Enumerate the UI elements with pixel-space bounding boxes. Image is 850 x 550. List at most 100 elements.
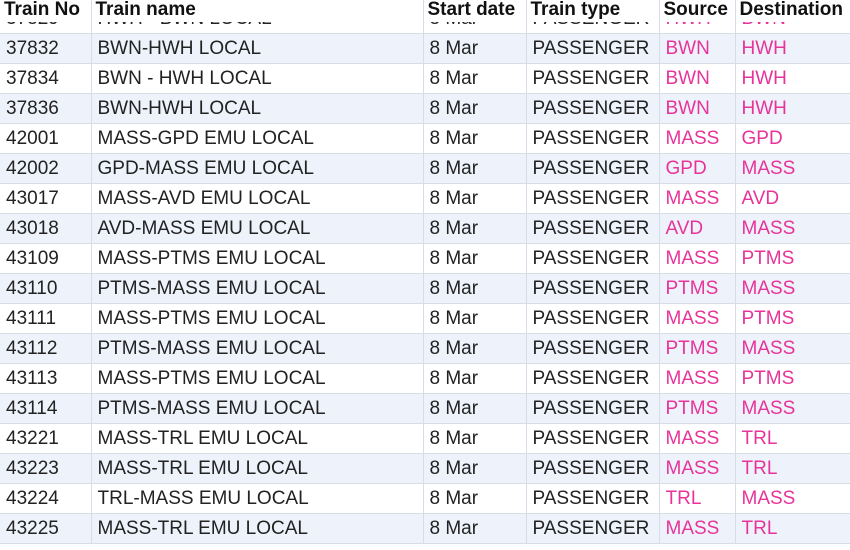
cell-destination: MASS	[735, 333, 850, 364]
cell-train-no: 42001	[0, 123, 92, 154]
cell-destination: TRL	[735, 453, 850, 484]
header-row: Train No Train name Start date Train typ…	[0, 0, 850, 22]
table-row[interactable]: 43221 MASS-TRL EMU LOCAL 8 Mar PASSENGER MAS…	[0, 423, 850, 454]
cell-train-name: MASS-PTMS EMU LOCAL	[91, 303, 424, 334]
cell-train-no: 43111	[0, 303, 92, 334]
cell-source: PTMS	[659, 393, 736, 424]
cell-source: MASS	[659, 183, 736, 214]
table-row[interactable]: 43109 MASS-PTMS EMU LOCAL 8 Mar PASSENGER MA…	[0, 243, 850, 274]
cell-destination: PTMS	[735, 243, 850, 274]
table-row[interactable]: 43111 MASS-PTMS EMU LOCAL 8 Mar PASSENGER MA…	[0, 303, 850, 334]
cell-train-type: PASSENGER	[526, 363, 660, 394]
table-header: Train No Train name Start date Train typ…	[0, 0, 850, 22]
cell-destination: GPD	[735, 123, 850, 154]
cell-source: GPD	[659, 153, 736, 184]
cell-train-type: PASSENGER	[526, 333, 660, 364]
cell-start-date: 8 Mar	[423, 393, 527, 424]
table-row[interactable]: 43224 TRL-MASS EMU LOCAL 8 Mar PASSENGER TRL…	[0, 483, 850, 514]
cell-destination: MASS	[735, 153, 850, 184]
table-row[interactable]: 42001 MASS-GPD EMU LOCAL 8 Mar PASSENGER MAS…	[0, 123, 850, 154]
cell-train-type: PASSENGER	[526, 63, 660, 94]
cell-destination: HWH	[735, 33, 850, 64]
table-body-scroll-area[interactable]: 37829HWH - BWN LOCAL8 MarPASSENGERHWHBWN…	[0, 4, 850, 544]
table-row[interactable]: 43018 AVD-MASS EMU LOCAL 8 Mar PASSENGER AVD…	[0, 213, 850, 244]
cell-train-no: 43113	[0, 363, 92, 394]
cell-train-no: 43114	[0, 393, 92, 424]
column-header-train-type[interactable]: Train type	[526, 0, 660, 22]
cell-source: MASS	[659, 303, 736, 334]
cell-start-date: 8 Mar	[423, 333, 527, 364]
cell-source: TRL	[659, 483, 736, 514]
column-header-train-name[interactable]: Train name	[91, 0, 424, 22]
cell-start-date: 8 Mar	[423, 363, 527, 394]
cell-source: MASS	[659, 423, 736, 454]
cell-destination: MASS	[735, 273, 850, 304]
cell-start-date: 8 Mar	[423, 273, 527, 304]
cell-destination: HWH	[735, 93, 850, 124]
column-header-source[interactable]: Source	[659, 0, 736, 22]
table-row[interactable]: 43017 MASS-AVD EMU LOCAL 8 Mar PASSENGER MAS…	[0, 183, 850, 214]
cell-train-no: 43110	[0, 273, 92, 304]
cell-train-type: PASSENGER	[526, 483, 660, 514]
cell-train-name: TRL-MASS EMU LOCAL	[91, 483, 424, 514]
table-row[interactable]: 43110 PTMS-MASS EMU LOCAL 8 Mar PASSENGER PT…	[0, 273, 850, 304]
cell-source: BWN	[659, 63, 736, 94]
cell-train-name: MASS-PTMS EMU LOCAL	[91, 243, 424, 274]
train-table-rows: 37829HWH - BWN LOCAL8 MarPASSENGERHWHBWN…	[0, 4, 850, 544]
table-row[interactable]: 37832 BWN-HWH LOCAL 8 Mar PASSENGER BWN HWH	[0, 33, 850, 64]
cell-destination: AVD	[735, 183, 850, 214]
cell-train-no: 43221	[0, 423, 92, 454]
cell-source: PTMS	[659, 333, 736, 364]
cell-train-type: PASSENGER	[526, 123, 660, 154]
table-row[interactable]: 43114 PTMS-MASS EMU LOCAL 8 Mar PASSENGER PT…	[0, 393, 850, 424]
cell-train-type: PASSENGER	[526, 513, 660, 544]
table-row[interactable]: 43223 MASS-TRL EMU LOCAL 8 Mar PASSENGER MAS…	[0, 453, 850, 484]
cell-source: AVD	[659, 213, 736, 244]
cell-destination: MASS	[735, 213, 850, 244]
table-row[interactable]: 42002 GPD-MASS EMU LOCAL 8 Mar PASSENGER GPD…	[0, 153, 850, 184]
cell-source: BWN	[659, 93, 736, 124]
cell-source: PTMS	[659, 273, 736, 304]
column-header-train-no[interactable]: Train No	[0, 0, 92, 22]
cell-train-name: MASS-TRL EMU LOCAL	[91, 423, 424, 454]
cell-train-no: 43112	[0, 333, 92, 364]
cell-destination: TRL	[735, 423, 850, 454]
table-row[interactable]: 37836 BWN-HWH LOCAL 8 Mar PASSENGER BWN HWH	[0, 93, 850, 124]
cell-start-date: 8 Mar	[423, 423, 527, 454]
cell-train-type: PASSENGER	[526, 243, 660, 274]
cell-start-date: 8 Mar	[423, 243, 527, 274]
table-row[interactable]: 43225 MASS-TRL EMU LOCAL 8 Mar PASSENGER MAS…	[0, 513, 850, 544]
table-row[interactable]: 43113 MASS-PTMS EMU LOCAL 8 Mar PASSENGER MA…	[0, 363, 850, 394]
cell-train-name: MASS-TRL EMU LOCAL	[91, 513, 424, 544]
cell-train-type: PASSENGER	[526, 423, 660, 454]
cell-start-date: 8 Mar	[423, 123, 527, 154]
table-row[interactable]: 43112 PTMS-MASS EMU LOCAL 8 Mar PASSENGER PT…	[0, 333, 850, 364]
cell-source: MASS	[659, 363, 736, 394]
cell-train-type: PASSENGER	[526, 453, 660, 484]
cell-train-name: PTMS-MASS EMU LOCAL	[91, 273, 424, 304]
cell-train-name: MASS-GPD EMU LOCAL	[91, 123, 424, 154]
cell-train-name: PTMS-MASS EMU LOCAL	[91, 393, 424, 424]
cell-destination: PTMS	[735, 303, 850, 334]
cell-train-no: 37836	[0, 93, 92, 124]
cell-start-date: 8 Mar	[423, 213, 527, 244]
cell-start-date: 8 Mar	[423, 93, 527, 124]
cell-train-name: GPD-MASS EMU LOCAL	[91, 153, 424, 184]
cell-train-no: 37834	[0, 63, 92, 94]
cell-train-name: MASS-PTMS EMU LOCAL	[91, 363, 424, 394]
cell-train-no: 43109	[0, 243, 92, 274]
cell-train-type: PASSENGER	[526, 273, 660, 304]
cell-destination: MASS	[735, 393, 850, 424]
cell-destination: MASS	[735, 483, 850, 514]
cell-start-date: 8 Mar	[423, 453, 527, 484]
cell-source: MASS	[659, 453, 736, 484]
cell-start-date: 8 Mar	[423, 513, 527, 544]
cell-start-date: 8 Mar	[423, 483, 527, 514]
cell-train-name: BWN - HWH LOCAL	[91, 63, 424, 94]
column-header-start-date[interactable]: Start date	[423, 0, 527, 22]
train-list-view: 37829HWH - BWN LOCAL8 MarPASSENGERHWHBWN…	[0, 0, 850, 550]
cell-train-type: PASSENGER	[526, 93, 660, 124]
cell-train-no: 43225	[0, 513, 92, 544]
column-header-destination[interactable]: Destination	[735, 0, 850, 22]
table-row[interactable]: 37834 BWN - HWH LOCAL 8 Mar PASSENGER BWN HWH	[0, 63, 850, 94]
